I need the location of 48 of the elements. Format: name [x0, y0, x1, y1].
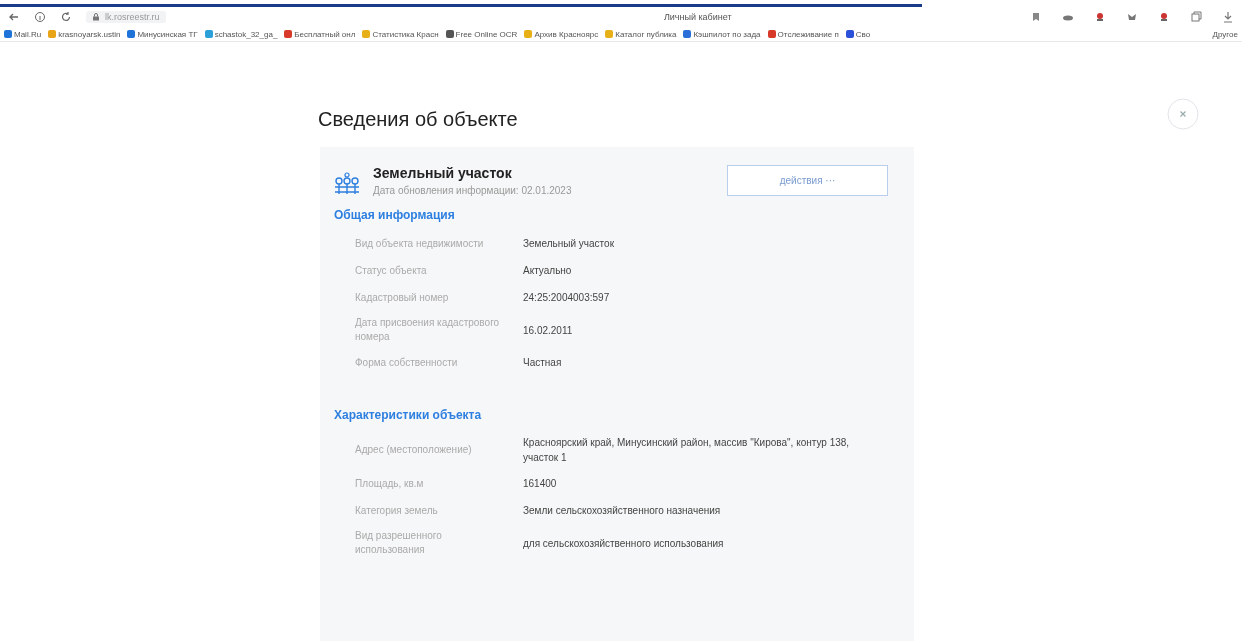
field-label: Статус объекта	[355, 263, 428, 278]
bookmark-item[interactable]: Минусинская ТГ	[127, 29, 198, 39]
other-bookmarks[interactable]: Другое	[1212, 29, 1238, 39]
field-value: Частная	[523, 356, 562, 370]
collections-icon[interactable]	[1190, 11, 1202, 23]
field-value: Актуально	[523, 264, 572, 278]
field-label: Дата присвоения кадастрового номера	[355, 316, 501, 344]
bookmark-item[interactable]: Mail.Ru	[4, 29, 42, 39]
bookmark-icon[interactable]	[1030, 11, 1042, 23]
extension-icon[interactable]	[1158, 11, 1170, 23]
bookmark-item[interactable]: Free Online OCR	[445, 29, 518, 39]
field-value: Земельный участок	[523, 237, 614, 251]
bookmark-item[interactable]: Статистика Красн	[362, 29, 439, 39]
bookmark-item[interactable]: Бесплатный онл	[284, 29, 356, 39]
land-plot-icon	[333, 171, 361, 195]
tab-title: Личный кабинет	[663, 12, 732, 22]
bookmark-item[interactable]: schastok_32_ga_	[204, 29, 278, 39]
bookmark-item[interactable]: Сво	[845, 29, 871, 39]
field-label: Категория земель	[355, 503, 439, 518]
bookmark-item[interactable]: Отслеживание п	[767, 29, 839, 39]
info-icon[interactable]	[34, 11, 46, 23]
object-name: Земельный участок	[373, 165, 513, 181]
update-date: Дата обновления информации: 02.01.2023	[373, 185, 573, 196]
bookmark-item[interactable]: Архив Красноярс	[524, 29, 599, 39]
bookmark-item[interactable]: Кэшпилот по зада	[683, 29, 761, 39]
field-label: Вид объекта недвижимости	[355, 236, 485, 251]
field-value: 24:25:2004003:597	[523, 291, 610, 305]
reload-icon[interactable]	[60, 11, 72, 23]
field-value: 161400	[523, 477, 557, 491]
section-title: Характеристики объекта	[334, 408, 483, 422]
field-label: Форма собственности	[355, 355, 459, 370]
field-label: Вид разрешенного использования	[355, 529, 443, 557]
section-title: Общая информация	[334, 208, 456, 222]
field-value: Красноярский край, Минусинский район, массив "Кирова", контур 138, участок 1	[523, 436, 851, 465]
page-title: Сведения об объекте	[318, 108, 519, 131]
back-icon[interactable]	[8, 11, 20, 23]
bookmark-item[interactable]: Каталог публика	[605, 29, 677, 39]
bookmark-item[interactable]: krasnoyarsk.ustin	[48, 29, 121, 39]
extension-icon[interactable]	[1126, 11, 1138, 23]
field-label: Кадастровый номер	[355, 290, 450, 305]
lock-icon	[92, 13, 100, 21]
field-label: Площадь, кв.м	[355, 476, 425, 491]
field-value: для сельскохозяйственного использования	[523, 536, 724, 551]
field-label: Адрес (местоположение)	[355, 443, 473, 457]
field-value: Земли сельскохозяйственного назначения	[523, 504, 721, 518]
field-value: 16.02.2011	[523, 323, 573, 338]
extension-icon[interactable]	[1094, 11, 1106, 23]
download-icon[interactable]	[1222, 11, 1234, 23]
